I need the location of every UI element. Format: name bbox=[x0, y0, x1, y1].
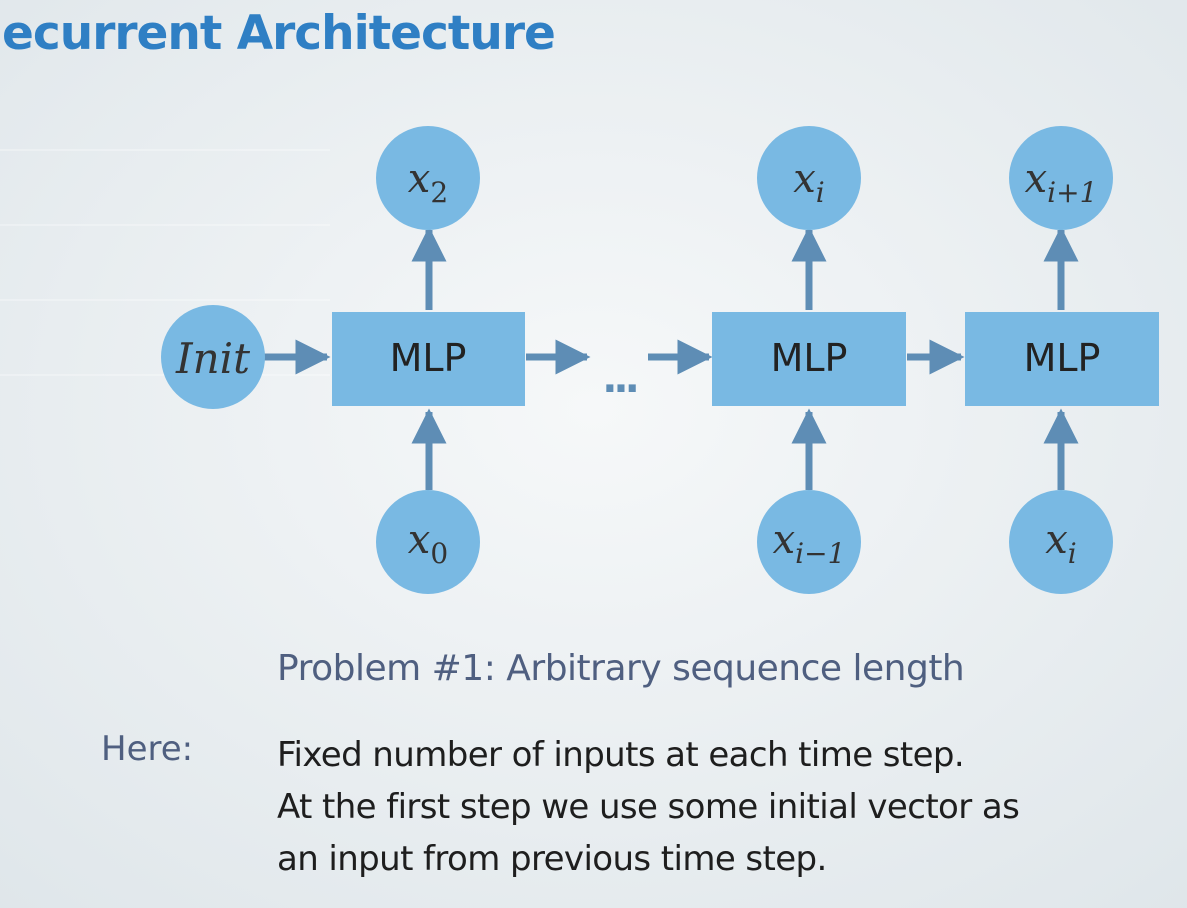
problem-statement: Problem #1: Arbitrary sequence length bbox=[277, 648, 965, 689]
input-node-1: x0 bbox=[376, 490, 480, 594]
input-node-2: xi−1 bbox=[757, 490, 861, 594]
mlp-block-3: MLP bbox=[965, 312, 1159, 406]
note-line: Fixed number of inputs at each time step… bbox=[277, 735, 965, 775]
note-line: At the first step we use some initial ve… bbox=[277, 787, 1020, 827]
mlp-block-1: MLP bbox=[332, 312, 525, 406]
note-label: Here: bbox=[101, 729, 194, 769]
output-node-2: xi bbox=[757, 126, 861, 230]
init-node: Init bbox=[161, 305, 265, 409]
ellipsis: ... bbox=[602, 356, 636, 402]
output-node-1: x2 bbox=[376, 126, 480, 230]
mlp-block-2: MLP bbox=[712, 312, 906, 406]
note-line: an input from previous time step. bbox=[277, 839, 827, 879]
init-label: Init bbox=[175, 334, 250, 383]
mlp-label: MLP bbox=[771, 336, 848, 380]
mlp-label: MLP bbox=[1024, 336, 1101, 380]
note-description: Fixed number of inputs at each time step… bbox=[277, 729, 1020, 885]
output-node-3: xi+1 bbox=[1009, 126, 1113, 230]
mlp-label: MLP bbox=[390, 336, 467, 380]
input-node-3: xi bbox=[1009, 490, 1113, 594]
